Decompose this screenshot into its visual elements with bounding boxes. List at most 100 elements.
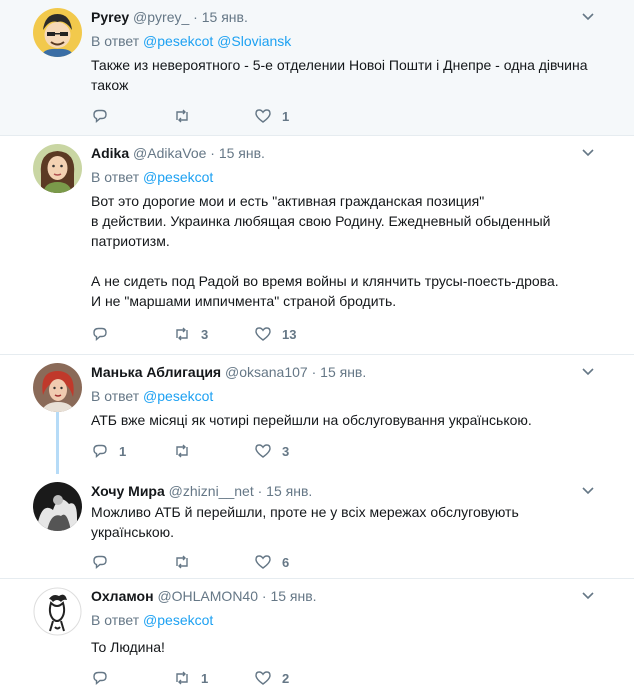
tweet[interactable]: Adika @AdikaVoe · 15 янв. В ответ @pesek… [0,136,634,354]
tweet[interactable]: Манька Аблигация @oksana107 · 15 янв. В … [0,355,634,470]
like-count: 2 [282,670,290,686]
separator-dot: · [210,145,215,161]
reply-context: В ответ @pesekcot [91,387,213,405]
avatar-image [33,482,82,531]
reply-prefix: В ответ [91,388,140,404]
retweet-button[interactable] [173,441,201,461]
reply-button[interactable] [91,552,119,572]
tweet-text: Можливо АТБ й перейшли, проте не у всіх … [91,504,519,540]
avatar[interactable] [33,363,82,412]
heart-icon [255,109,271,123]
avatar[interactable] [33,8,82,57]
chevron-down-icon[interactable] [582,13,594,21]
timestamp[interactable]: 15 янв. [202,9,248,25]
retweet-button[interactable]: 3 [173,324,208,344]
user-handle[interactable]: @oksana107 [225,364,308,380]
retweet-icon [176,555,188,569]
like-button[interactable]: 6 [254,552,289,572]
reply-button[interactable]: 1 [91,441,126,461]
heart-icon [255,444,271,458]
retweet-count: 3 [201,326,209,342]
reply-icon [93,109,107,124]
timestamp[interactable]: 15 янв. [266,483,312,499]
like-button[interactable]: 2 [254,668,289,688]
reply-icon [93,444,107,459]
timestamp[interactable]: 15 янв. [320,364,366,380]
retweet-icon [176,671,188,685]
reply-icon [93,327,107,342]
avatar-image [33,144,82,193]
chevron-down-icon[interactable] [582,368,594,376]
tweet[interactable]: Pyrey @pyrey_ · 15 янв. В ответ @pesekco… [0,0,634,135]
reply-context: В ответ @pesekcot [91,611,213,629]
tweet-actions: 1 3 [91,441,391,461]
retweet-count: 1 [201,670,209,686]
reply-button[interactable] [91,324,119,344]
like-count: 13 [282,326,297,342]
user-handle[interactable]: @AdikaVoe [133,145,206,161]
tweet-text: Вот это дорогие мои и есть "активная гра… [91,193,559,309]
tweet-text: Также из невероятного - 5-е отделении Но… [91,57,588,93]
tweet-feed: Pyrey @pyrey_ · 15 янв. В ответ @pesekco… [0,0,634,696]
reply-count: 1 [119,443,127,459]
display-name[interactable]: Adika [91,145,129,161]
user-handle[interactable]: @zhizni__net [169,483,254,499]
user-handle[interactable]: @pyrey_ [133,9,189,25]
display-name[interactable]: Pyrey [91,9,129,25]
display-name[interactable]: Охламон [91,588,154,604]
separator-dot: · [257,483,263,499]
tweet-header: Хочу Мира @zhizni__net · 15 янв. [91,482,312,500]
chevron-down-icon[interactable] [582,592,594,600]
tweet-header: Pyrey @pyrey_ · 15 янв. [91,8,248,26]
heart-icon [255,327,271,341]
display-name[interactable]: Манька Аблигация [91,364,221,380]
like-button[interactable]: 1 [254,106,289,126]
mention-link[interactable]: @pesekcot [143,33,213,49]
mention-link[interactable]: @pesekcot [143,169,213,185]
tweet-actions: 1 [91,106,391,126]
chevron-down-icon[interactable] [582,149,594,157]
avatar[interactable] [33,482,82,531]
reply-icon [93,555,107,570]
tweet[interactable]: Охламон @OHLAMON40 · 15 янв. В ответ @pe… [0,579,634,696]
tweet-header: Охламон @OHLAMON40 · 15 янв. [91,587,317,605]
retweet-icon [176,444,188,458]
retweet-button[interactable]: 1 [173,668,208,688]
like-count: 6 [282,554,290,570]
tweet-actions: 3 13 [91,324,391,344]
tweet[interactable]: Хочу Мира @zhizni__net · 15 янв. Можливо… [0,474,634,577]
tweet-text: То Людина! [91,639,165,655]
display-name[interactable]: Хочу Мира [91,483,165,499]
reply-button[interactable] [91,668,119,688]
separator-dot: · [261,588,267,604]
like-count: 3 [282,443,290,459]
heart-icon [255,671,271,685]
separator-dot: · [311,364,317,380]
retweet-button[interactable] [173,552,201,572]
user-handle[interactable]: @OHLAMON40 [157,588,258,604]
like-button[interactable]: 13 [254,324,296,344]
separator-dot: · [193,9,198,25]
tweet-text: АТБ вже місяці як чотирі перейшли на обс… [91,412,532,428]
like-count: 1 [282,108,290,124]
tweet-actions: 6 [91,552,391,572]
mention-link[interactable]: @pesekcot [143,388,213,404]
timestamp[interactable]: 15 янв. [270,588,316,604]
avatar[interactable] [33,144,82,193]
chevron-down-icon[interactable] [582,487,594,495]
mention-link[interactable]: @Sloviansk [217,33,291,49]
tweet-header: Манька Аблигация @oksana107 · 15 янв. [91,363,366,381]
retweet-icon [176,327,188,341]
retweet-button[interactable] [173,106,201,126]
reply-button[interactable] [91,106,119,126]
reply-icon [93,671,107,686]
like-button[interactable]: 3 [254,441,289,461]
reply-prefix: В ответ [91,33,140,49]
avatar-image [33,587,82,636]
mention-link[interactable]: @pesekcot [143,612,213,628]
timestamp[interactable]: 15 янв. [219,145,265,161]
avatar-image [33,8,82,57]
retweet-icon [176,109,188,123]
avatar-image [33,363,82,412]
avatar[interactable] [33,587,82,636]
